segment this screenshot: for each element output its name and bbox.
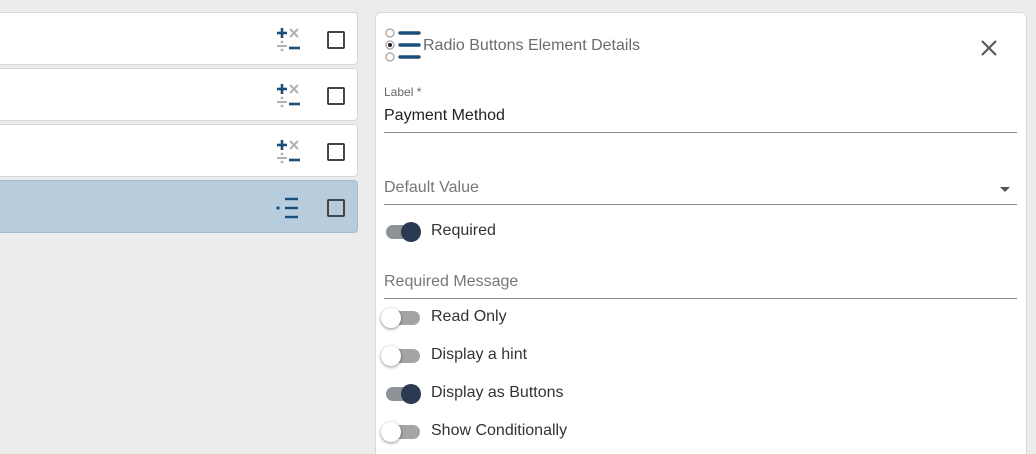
element-select-checkbox[interactable] xyxy=(327,87,345,105)
show-conditionally-toggle-label: Show Conditionally xyxy=(431,422,568,439)
show-conditionally-toggle[interactable] xyxy=(381,420,424,444)
element-select-checkbox[interactable] xyxy=(327,199,345,217)
element-card[interactable] xyxy=(0,68,358,121)
chevron-down-icon xyxy=(1000,187,1010,192)
display-as-buttons-toggle[interactable] xyxy=(384,382,424,406)
default-value-select[interactable]: Default Value xyxy=(384,173,1017,205)
read-only-toggle-label: Read Only xyxy=(431,308,507,325)
form-builder-page: Radio Buttons Element Details Label * Pa… xyxy=(0,0,1036,454)
close-icon[interactable] xyxy=(976,35,1002,61)
element-card[interactable] xyxy=(0,124,358,177)
display-as-buttons-toggle-label: Display as Buttons xyxy=(431,384,564,401)
panel-header: Radio Buttons Element Details xyxy=(376,13,1026,77)
required-toggle-label: Required xyxy=(431,222,496,239)
required-toggle[interactable] xyxy=(384,220,424,244)
element-card[interactable] xyxy=(0,12,358,65)
display-hint-toggle-label: Display a hint xyxy=(431,346,528,363)
required-message-placeholder: Required Message xyxy=(384,273,519,290)
calculation-icon xyxy=(277,84,300,108)
required-message-input[interactable]: Required Message xyxy=(384,267,1017,299)
element-select-checkbox[interactable] xyxy=(327,31,345,49)
label-field[interactable]: Label * Payment Method xyxy=(384,83,1017,133)
element-details-panel: Radio Buttons Element Details Label * Pa… xyxy=(375,12,1027,454)
radio-list-icon xyxy=(276,197,298,219)
read-only-toggle[interactable] xyxy=(381,306,424,330)
element-card-selected[interactable] xyxy=(0,180,358,233)
display-hint-toggle[interactable] xyxy=(381,344,424,368)
radio-list-icon xyxy=(385,28,421,62)
label-field-label: Label * xyxy=(384,85,422,99)
calculation-icon xyxy=(277,140,300,164)
element-select-checkbox[interactable] xyxy=(327,143,345,161)
label-field-value: Payment Method xyxy=(384,107,505,124)
panel-title: Radio Buttons Element Details xyxy=(423,37,640,54)
calculation-icon xyxy=(277,28,300,52)
default-value-placeholder: Default Value xyxy=(384,179,479,196)
